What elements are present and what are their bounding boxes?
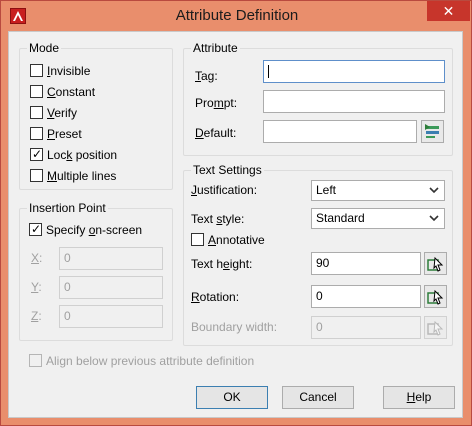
y-label: Y: xyxy=(31,280,42,294)
insert-field-button[interactable] xyxy=(421,120,444,143)
multiple-lines-label: Multiple lines xyxy=(47,169,117,183)
annotative-checkbox[interactable]: Annotative xyxy=(191,233,301,249)
boundary-width-label: Boundary width: xyxy=(191,320,278,334)
multiple-lines-checkbox-box[interactable] xyxy=(30,169,43,182)
prompt-label: Prompt: xyxy=(195,96,238,110)
lock-position-label: Lock position xyxy=(47,148,118,162)
dialog-body: Mode Invisible Constant Verify Preset ✓ … xyxy=(8,31,463,418)
cancel-button[interactable]: Cancel xyxy=(282,386,354,409)
invisible-checkbox[interactable]: Invisible xyxy=(30,64,150,80)
insertion-point-group-title: Insertion Point xyxy=(27,201,108,215)
preset-checkbox[interactable]: Preset xyxy=(30,127,150,143)
pick-rotation-button[interactable] xyxy=(424,285,447,308)
specify-on-screen-checkbox[interactable]: ✓ Specify on-screen xyxy=(29,222,159,239)
constant-checkbox[interactable]: Constant xyxy=(30,85,150,101)
prompt-input[interactable] xyxy=(263,90,445,113)
window-title: Attribute Definition xyxy=(175,7,299,24)
justification-select[interactable]: Left xyxy=(311,180,445,201)
text-settings-group-title: Text Settings xyxy=(191,163,264,177)
close-icon: ✕ xyxy=(442,3,455,19)
close-button[interactable]: ✕ xyxy=(427,1,470,21)
preset-label: Preset xyxy=(47,127,82,141)
y-input[interactable]: 0 xyxy=(59,276,163,299)
pick-point-icon xyxy=(427,289,444,305)
attribute-group-title: Attribute xyxy=(191,41,240,55)
insert-field-icon xyxy=(425,124,439,138)
specify-on-screen-checkbox-box[interactable]: ✓ xyxy=(29,222,42,236)
specify-on-screen-label: Specify on-screen xyxy=(46,223,143,237)
verify-label: Verify xyxy=(47,106,78,120)
align-below-checkbox[interactable]: Align below previous attribute definitio… xyxy=(29,354,269,370)
rotation-label: Rotation: xyxy=(191,290,240,304)
justification-label: Justification: xyxy=(191,183,258,197)
z-input[interactable]: 0 xyxy=(59,305,163,328)
mode-group-title: Mode xyxy=(27,41,62,55)
z-label: Z: xyxy=(31,309,42,323)
default-label: Default: xyxy=(195,126,237,140)
help-button[interactable]: Help xyxy=(383,386,455,409)
title-bar[interactable]: Attribute Definition ✕ xyxy=(1,1,471,31)
tag-label: Tag: xyxy=(195,69,218,83)
pick-height-button[interactable] xyxy=(424,252,447,275)
pick-point-icon xyxy=(427,256,444,272)
tag-input[interactable] xyxy=(263,60,445,83)
boundary-width-input[interactable]: 0 xyxy=(311,316,421,339)
x-input[interactable]: 0 xyxy=(59,247,163,270)
checkmark-icon: ✓ xyxy=(31,222,42,236)
text-height-label: Text height: xyxy=(191,257,253,271)
preset-checkbox-box[interactable] xyxy=(30,127,43,140)
chevron-down-icon xyxy=(429,215,439,222)
checkmark-icon: ✓ xyxy=(32,147,43,161)
annotative-checkbox-box[interactable] xyxy=(191,233,204,246)
align-below-label: Align below previous attribute definitio… xyxy=(46,354,255,368)
chevron-down-icon xyxy=(429,187,439,194)
rotation-input[interactable]: 0 xyxy=(311,285,421,308)
lock-position-checkbox[interactable]: ✓ Lock position xyxy=(30,147,150,164)
verify-checkbox-box[interactable] xyxy=(30,106,43,119)
align-below-checkbox-box[interactable] xyxy=(29,354,42,367)
default-input[interactable] xyxy=(263,120,417,143)
invisible-label: Invisible xyxy=(47,64,91,78)
text-style-label: Text style: xyxy=(191,212,245,226)
text-cursor xyxy=(268,65,269,79)
invisible-checkbox-box[interactable] xyxy=(30,64,43,77)
annotative-label: Annotative xyxy=(208,233,265,247)
constant-checkbox-box[interactable] xyxy=(30,85,43,98)
lock-position-checkbox-box[interactable]: ✓ xyxy=(30,147,43,161)
pick-point-icon xyxy=(427,320,444,336)
constant-label: Constant xyxy=(47,85,96,99)
ok-button[interactable]: OK xyxy=(196,386,268,409)
text-style-select[interactable]: Standard xyxy=(311,208,445,229)
multiple-lines-checkbox[interactable]: Multiple lines xyxy=(30,169,150,185)
verify-checkbox[interactable]: Verify xyxy=(30,106,150,122)
x-label: X: xyxy=(31,251,43,265)
pick-boundary-width-button[interactable] xyxy=(424,316,447,339)
text-height-input[interactable]: 90 xyxy=(311,252,421,275)
